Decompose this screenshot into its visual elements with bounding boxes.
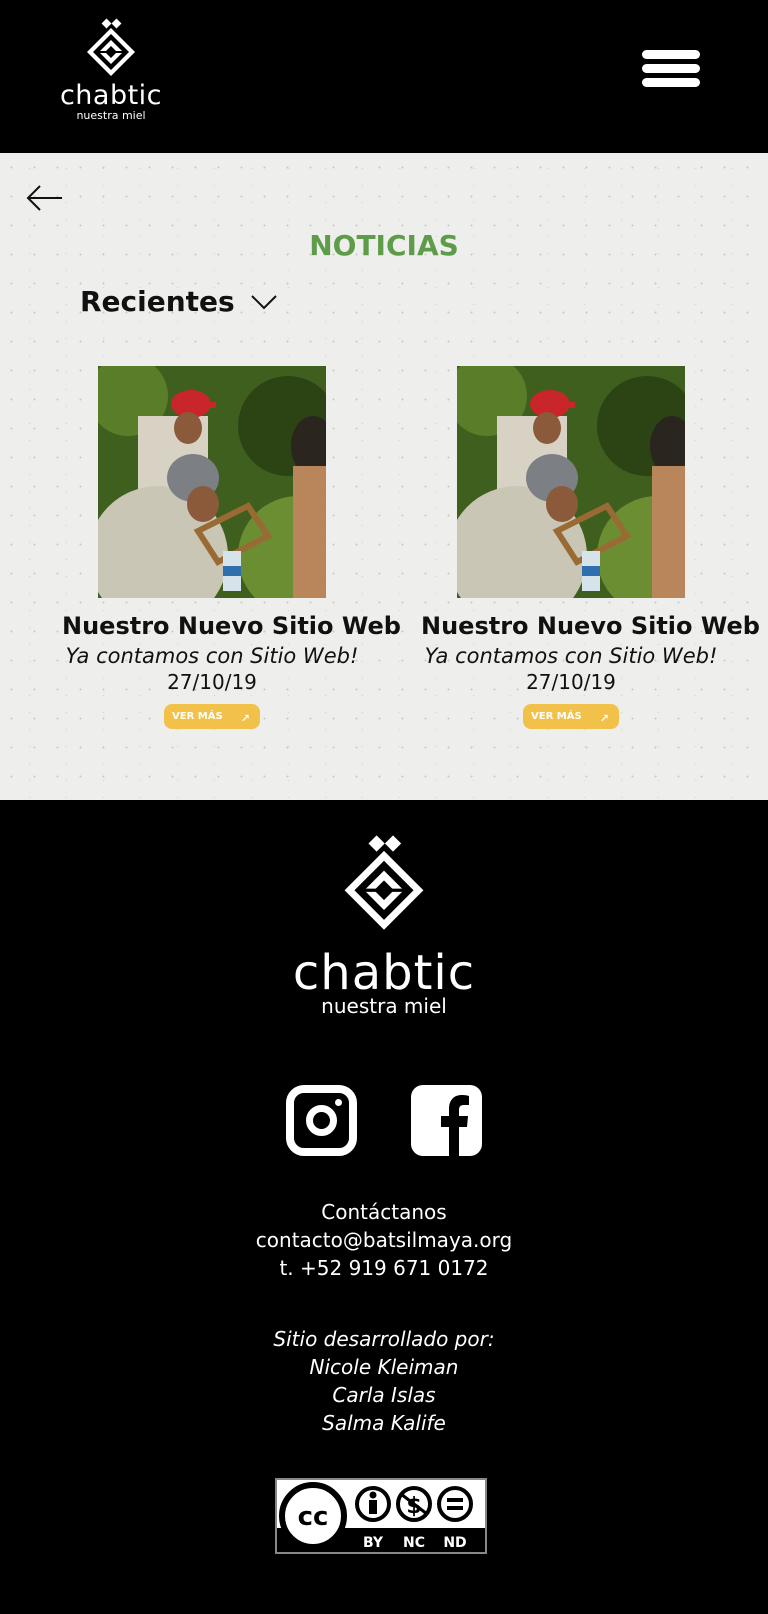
brand-tagline: nuestra miel — [76, 109, 146, 122]
contact-email[interactable]: contacto@batsilmaya.org — [0, 1226, 768, 1254]
news-headline[interactable]: Nuestro Nuevo Sitio Web — [62, 612, 401, 640]
credit-name: Nicole Kleiman — [309, 1355, 459, 1379]
license-nd: ND — [443, 1535, 466, 1551]
chabtic-logo-icon — [344, 835, 424, 930]
license-nc: NC — [403, 1535, 425, 1551]
hamburger-menu-icon[interactable] — [642, 50, 700, 94]
header-logo[interactable]: chabtic nuestra miel — [55, 18, 167, 122]
sort-dropdown[interactable]: Recientes — [80, 285, 277, 318]
sort-selected-label: Recientes — [80, 285, 235, 318]
credits: Sitio desarrollado por: Nicole Kleiman C… — [0, 1325, 768, 1437]
news-date: 27/10/19 — [167, 670, 257, 694]
chevron-down-icon — [251, 294, 277, 309]
credits-heading: Sitio desarrollado por: — [273, 1327, 495, 1351]
cc-mark-text: cc — [298, 1502, 329, 1532]
credit-name: Salma Kalife — [322, 1411, 446, 1435]
external-link-icon: ↗ — [240, 712, 250, 725]
news-card: Nuestro Nuevo Sitio Web Ya contamos con … — [62, 366, 401, 729]
news-card: Nuestro Nuevo Sitio Web Ya contamos con … — [421, 366, 760, 729]
credit-name: Carla Islas — [332, 1383, 436, 1407]
social-links — [0, 1085, 768, 1157]
news-subtitle: Ya contamos con Sitio Web! — [424, 644, 718, 668]
news-section: NOTICIAS Recientes Nuestro Nuevo Sitio W… — [0, 153, 768, 800]
ver-mas-label: VER MÁS — [172, 711, 223, 722]
contact-phone[interactable]: t. +52 919 671 0172 — [0, 1254, 768, 1282]
ver-mas-button[interactable]: VER MÁS ↗ — [523, 704, 619, 729]
photo-image — [98, 366, 326, 598]
cc-license-badge[interactable]: cc $ BY NC ND — [275, 1478, 487, 1554]
photo-image — [457, 366, 685, 598]
ver-mas-button[interactable]: VER MÁS ↗ — [164, 704, 260, 729]
brand-name: chabtic — [59, 80, 163, 111]
contact-heading: Contáctanos — [321, 1200, 447, 1224]
footer-logo[interactable]: chabtic nuestra miel — [290, 832, 478, 1016]
news-photo[interactable] — [98, 366, 326, 598]
news-subtitle: Ya contamos con Sitio Web! — [65, 644, 359, 668]
arrow-left-icon[interactable] — [26, 183, 64, 213]
news-photo[interactable] — [457, 366, 685, 598]
footer-brand-name: chabtic — [292, 945, 476, 1001]
site-header: chabtic nuestra miel — [0, 0, 768, 153]
news-headline[interactable]: Nuestro Nuevo Sitio Web — [421, 612, 760, 640]
chabtic-logo-icon — [87, 18, 135, 76]
cc-by-nc-nd-icon: cc $ BY NC ND — [277, 1480, 485, 1552]
instagram-icon[interactable] — [286, 1085, 357, 1156]
ver-mas-label: VER MÁS — [531, 711, 582, 722]
site-footer: chabtic nuestra miel Contáctanos contact… — [0, 800, 768, 1614]
news-date: 27/10/19 — [526, 670, 616, 694]
external-link-icon: ↗ — [599, 712, 609, 725]
contact-info: Contáctanos contacto@batsilmaya.org t. +… — [0, 1198, 768, 1282]
facebook-icon[interactable] — [411, 1085, 482, 1156]
page-title: NOTICIAS — [309, 229, 459, 262]
license-by: BY — [363, 1535, 384, 1551]
